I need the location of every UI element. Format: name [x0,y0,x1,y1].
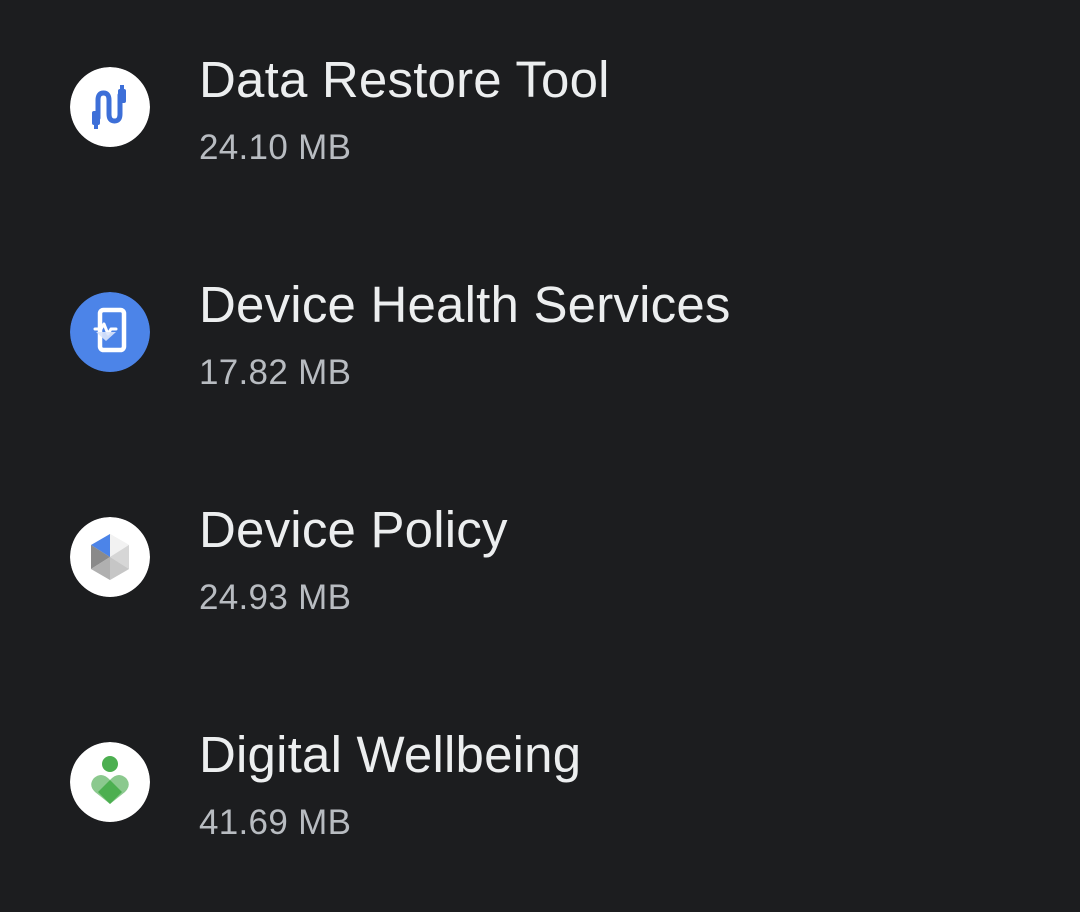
app-name: Device Policy [199,501,508,558]
app-size: 41.69 MB [199,803,352,842]
app-row-device-health-services[interactable]: Device Health Services 17.82 MB [0,225,1080,450]
app-name: Data Restore Tool [199,51,610,108]
app-size: 17.82 MB [199,353,352,392]
app-name: Digital Wellbeing [199,726,582,783]
device-policy-icon [70,517,150,597]
data-restore-icon [70,67,150,147]
device-health-icon [70,292,150,372]
app-size: 24.93 MB [199,578,352,617]
digital-wellbeing-icon [70,742,150,822]
app-row-device-policy[interactable]: Device Policy 24.93 MB [0,450,1080,675]
app-name: Device Health Services [199,276,731,333]
app-list: Data Restore Tool 24.10 MB Device Health… [0,0,1080,912]
app-size: 24.10 MB [199,128,352,167]
app-row-digital-wellbeing[interactable]: Digital Wellbeing 41.69 MB [0,675,1080,900]
app-row-data-restore-tool[interactable]: Data Restore Tool 24.10 MB [0,0,1080,225]
